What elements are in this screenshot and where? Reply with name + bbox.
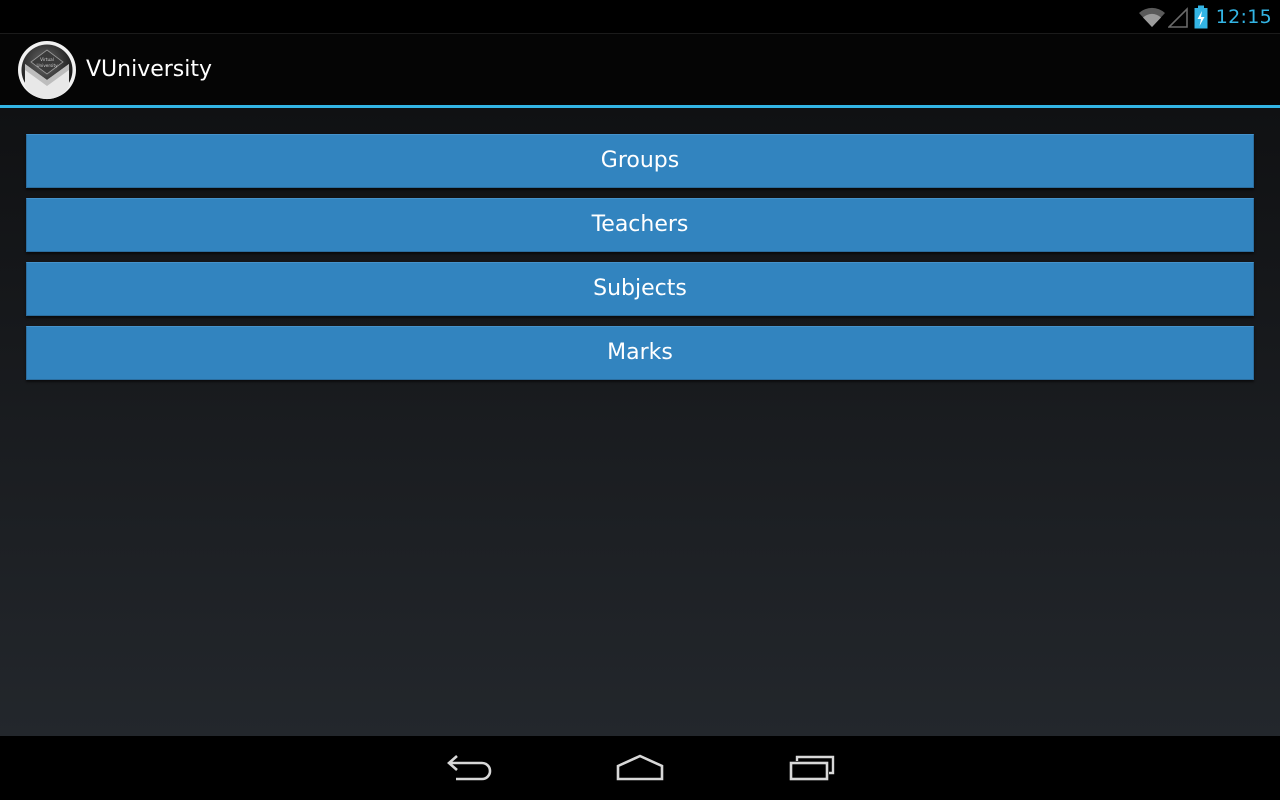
battery-charging-icon (1194, 5, 1208, 29)
marks-button[interactable]: Marks (26, 326, 1254, 380)
home-icon[interactable] (592, 744, 688, 792)
logo-text-line-2: University (36, 63, 58, 68)
status-bar: 12:15 (0, 0, 1280, 33)
status-time: 12:15 (1215, 5, 1272, 28)
back-icon[interactable] (422, 744, 518, 792)
main-content: Groups Teachers Subjects Marks (0, 108, 1280, 736)
navigation-bar (0, 736, 1280, 800)
status-icons: 12:15 (1138, 0, 1272, 33)
recent-apps-icon[interactable] (764, 744, 860, 792)
signal-icon (1167, 6, 1188, 28)
subjects-button[interactable]: Subjects (26, 262, 1254, 316)
wifi-icon (1138, 6, 1166, 28)
vuniversity-logo-icon[interactable]: Virtual University (17, 40, 77, 100)
screen: 12:15 Virtual University VUniversity Gro… (0, 0, 1280, 800)
action-bar: Virtual University VUniversity (0, 33, 1280, 105)
teachers-button[interactable]: Teachers (26, 198, 1254, 252)
app-title: VUniversity (86, 57, 213, 82)
menu-list: Groups Teachers Subjects Marks (26, 134, 1254, 390)
groups-button[interactable]: Groups (26, 134, 1254, 188)
logo-text-line-1: Virtual (40, 57, 54, 62)
